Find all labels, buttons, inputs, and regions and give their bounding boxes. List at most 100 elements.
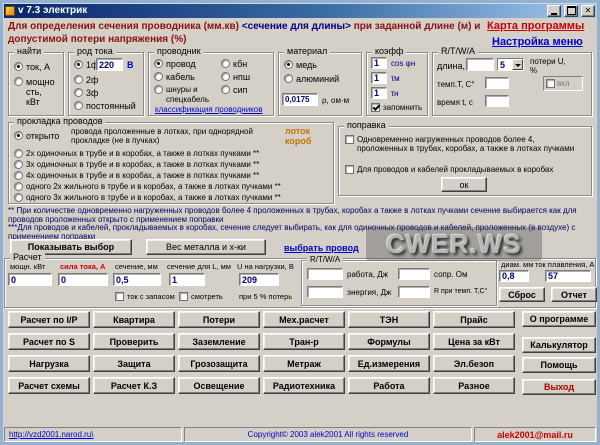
loss-percent-value: 5: [500, 60, 505, 70]
radio-cords[interactable]: шнуры и спецкабель: [154, 85, 216, 105]
site-link[interactable]: http://vzd2001.narod.ru\: [9, 430, 94, 440]
radio-aluminum[interactable]: алюминий: [284, 74, 339, 84]
minimize-icon[interactable]: [547, 5, 561, 17]
radio-laying-option-1[interactable]: 2х одиночных в трубе и в коробах, а такж…: [14, 149, 259, 159]
tray-label[interactable]: лоток: [285, 126, 310, 136]
menu-button-apartment[interactable]: Квартира: [93, 311, 175, 328]
energy-input[interactable]: [307, 286, 343, 298]
title-bar[interactable]: v 7.3 электрик: [3, 3, 597, 18]
radio-laying-option-5[interactable]: одного 3х жильного в трубе и в коробах, …: [14, 193, 281, 203]
menu-button-work[interactable]: Работа: [348, 377, 430, 394]
menu-button-price[interactable]: Прайс: [433, 311, 515, 328]
temp-input[interactable]: [485, 77, 509, 89]
menu-button-lightning[interactable]: Грозозащита: [178, 355, 260, 372]
help-button[interactable]: Помощь: [522, 357, 596, 373]
menu-button-metrage[interactable]: Метраж: [263, 355, 345, 372]
radio-copper[interactable]: медь: [284, 60, 317, 70]
duct-label[interactable]: короб: [285, 136, 311, 146]
radio-kbn[interactable]: кбн: [221, 59, 247, 69]
temp-enable-checkbox[interactable]: [546, 79, 555, 88]
close-icon[interactable]: [581, 5, 595, 17]
radio-sip[interactable]: сип: [221, 85, 247, 95]
length-label: длина,: [437, 61, 465, 71]
current-input[interactable]: [58, 273, 108, 286]
program-map-link[interactable]: Карта программы: [487, 21, 584, 31]
melting-current-input[interactable]: [545, 270, 591, 282]
resistivity-label: ρ, ом·м: [322, 96, 349, 105]
classification-link[interactable]: классификация проводников: [155, 105, 262, 115]
radio-1-phase[interactable]: 1ф: [74, 60, 98, 70]
radio-laying-option-3[interactable]: 4х одиночных в трубе и в коробах, а такж…: [14, 171, 259, 181]
voltage-input[interactable]: [96, 58, 123, 71]
menu-button-formulas[interactable]: Формулы: [348, 333, 430, 350]
loss-percent-select[interactable]: 5: [497, 58, 524, 71]
radio-label: постоянный: [86, 101, 136, 111]
menu-button-el-safety[interactable]: Эл.безоп: [433, 355, 515, 372]
reserve-checkbox[interactable]: ток с запасом: [115, 292, 175, 301]
remember-checkbox[interactable]: запомнить: [371, 103, 422, 112]
calculator-button[interactable]: Калькулятор: [522, 337, 596, 353]
exit-button[interactable]: Выход: [522, 379, 596, 395]
menu-button-calc-s[interactable]: Расчет по S: [8, 333, 90, 350]
watch-checkbox[interactable]: смотреть: [179, 292, 223, 301]
resistivity-input[interactable]: [282, 93, 318, 106]
menu-button-kwh-price[interactable]: Цена за кВт: [433, 333, 515, 350]
radio-laying-open[interactable]: открыто: [14, 131, 59, 141]
menu-button-protection[interactable]: Защита: [93, 355, 175, 372]
maximize-icon[interactable]: [564, 5, 578, 17]
radio-wire[interactable]: провод: [154, 59, 196, 69]
reset-button[interactable]: Сброс: [499, 287, 545, 302]
resistance-input[interactable]: [398, 268, 430, 280]
r-temp-input[interactable]: [398, 286, 430, 298]
report-button[interactable]: Отчет: [551, 287, 597, 302]
group-calc: Расчет мощн. кВт сила тока, А сечение, м…: [4, 258, 596, 308]
radio-laying-option-4[interactable]: одного 2х жильного в трубе и в коробах, …: [14, 182, 281, 192]
menu-button-calc-ip[interactable]: Расчет по I/P: [8, 311, 90, 328]
tau-m-input[interactable]: [371, 72, 387, 84]
group-coeff-label: коэфф: [372, 47, 406, 56]
work-input[interactable]: [307, 268, 343, 280]
menu-button-mech-calc[interactable]: Мех.расчет: [263, 311, 345, 328]
section-input[interactable]: [113, 273, 161, 286]
menu-button-load[interactable]: Нагрузка: [8, 355, 90, 372]
radio-icon: [14, 193, 23, 202]
radio-cable[interactable]: кабель: [154, 72, 195, 82]
section-for-length-input[interactable]: [169, 273, 205, 286]
length-input[interactable]: [466, 58, 494, 71]
power-input[interactable]: [8, 273, 52, 286]
menu-settings-link[interactable]: Настройка меню: [492, 37, 583, 47]
time-input[interactable]: [485, 95, 509, 107]
menu-button-transformer[interactable]: Тран-р: [263, 333, 345, 350]
correction-checkbox-2[interactable]: Для проводов и кабелей прокладываемых в …: [345, 165, 585, 174]
menu-button-units[interactable]: Ед.измерения: [348, 355, 430, 372]
diameter-input[interactable]: [499, 270, 529, 282]
menu-button-verify[interactable]: Проверить: [93, 333, 175, 350]
radio-laying-option-2[interactable]: 3х одиночных в трубе и в коробах, а такж…: [14, 160, 259, 170]
correction-checkbox-1[interactable]: Одновременно нагруженных проводов более …: [345, 135, 585, 153]
group-material-label: материал: [284, 47, 330, 56]
menu-button-radio[interactable]: Радиотехника: [263, 377, 345, 394]
menu-button-losses[interactable]: Потери: [178, 311, 260, 328]
radio-3-phase[interactable]: 3ф: [74, 88, 98, 98]
menu-button-short-circuit[interactable]: Расчет К.З: [93, 377, 175, 394]
metal-weight-button[interactable]: Вес металла и х-ки: [146, 239, 266, 255]
about-button[interactable]: О программе: [522, 311, 596, 327]
menu-button-ten[interactable]: ТЭН: [348, 311, 430, 328]
radio-2-phase[interactable]: 2ф: [74, 75, 98, 85]
menu-button-misc[interactable]: Разное: [433, 377, 515, 394]
menu-button-scheme-calc[interactable]: Расчет схемы: [8, 377, 90, 394]
tau-n-input[interactable]: [371, 87, 387, 99]
radio-find-power[interactable]: мощно сть, кВт: [14, 77, 58, 107]
email-link[interactable]: alek2001@mail.ru: [497, 430, 573, 440]
radio-icon: [14, 77, 23, 86]
radio-npsh[interactable]: нпш: [221, 72, 250, 82]
menu-button-lighting[interactable]: Освещение: [178, 377, 260, 394]
u-load-input[interactable]: [239, 273, 279, 286]
choose-wire-link[interactable]: выбрать провод: [284, 243, 359, 253]
radio-dc[interactable]: постоянный: [74, 101, 136, 111]
group-find: найти ток, А мощно сть, кВт: [8, 52, 64, 116]
cos-phi-input[interactable]: [371, 57, 387, 69]
menu-button-grounding[interactable]: Заземление: [178, 333, 260, 350]
ok-button[interactable]: ок: [441, 177, 487, 192]
radio-find-current[interactable]: ток, А: [14, 62, 50, 72]
